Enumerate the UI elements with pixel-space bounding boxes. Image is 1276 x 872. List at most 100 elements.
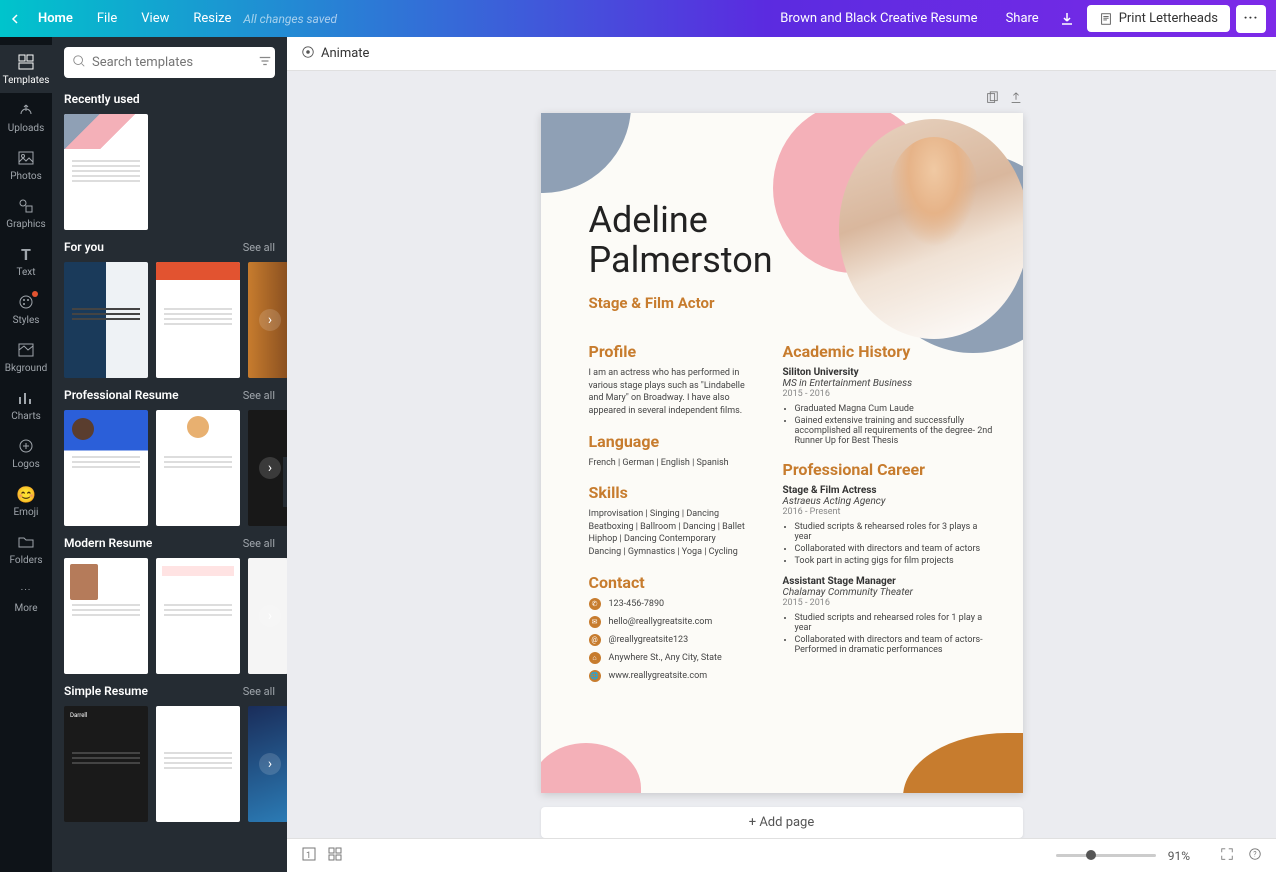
- job2-dates[interactable]: 2015 - 2016: [783, 598, 993, 608]
- back-icon[interactable]: [10, 14, 26, 24]
- svg-text:?: ?: [1253, 850, 1257, 858]
- template-thumb[interactable]: [156, 706, 240, 822]
- zoom-slider[interactable]: [1056, 854, 1156, 857]
- contact-email[interactable]: ✉hello@reallygreatsite.com: [589, 616, 759, 628]
- print-button[interactable]: Print Letterheads: [1087, 5, 1230, 32]
- rail-emoji[interactable]: 😊Emoji: [0, 477, 52, 525]
- menu-resize[interactable]: Resize: [181, 11, 243, 26]
- job2-title[interactable]: Assistant Stage Manager: [783, 576, 993, 587]
- profile-text[interactable]: I am an actress who has performed in var…: [589, 367, 759, 417]
- notes-icon[interactable]: 1: [301, 846, 317, 866]
- see-all-link[interactable]: See all: [243, 389, 275, 402]
- search-box[interactable]: [64, 47, 275, 78]
- section-skills[interactable]: Skills: [589, 483, 759, 502]
- section-career[interactable]: Professional Career: [783, 460, 993, 479]
- next-arrow-icon[interactable]: ›: [259, 457, 281, 479]
- bottom-bar: 1 91% ?: [287, 838, 1276, 872]
- grid-view-icon[interactable]: [327, 846, 343, 866]
- template-thumb[interactable]: [64, 410, 148, 526]
- emoji-icon: 😊: [16, 484, 36, 504]
- section-title: Simple Resume: [64, 684, 148, 698]
- section-academic[interactable]: Academic History: [783, 342, 993, 361]
- see-all-link[interactable]: See all: [243, 241, 275, 254]
- template-thumb[interactable]: [156, 558, 240, 674]
- editor-area: Animate AdelinePalmerston Stage & Film A…: [287, 37, 1276, 872]
- more-icon: ···: [16, 580, 36, 600]
- template-thumb[interactable]: Darrell: [64, 706, 148, 822]
- new-badge-icon: [32, 291, 38, 297]
- menu-file[interactable]: File: [85, 11, 129, 26]
- rail-background[interactable]: Bkground: [0, 333, 52, 381]
- degree[interactable]: MS in Entertainment Business: [783, 378, 993, 389]
- rail-text[interactable]: TText: [0, 237, 52, 285]
- uni-dates[interactable]: 2015 - 2016: [783, 389, 993, 399]
- next-arrow-icon[interactable]: ›: [259, 753, 281, 775]
- animate-button[interactable]: Animate: [321, 46, 369, 61]
- contact-address[interactable]: ⌂Anywhere St., Any City, State: [589, 652, 759, 664]
- svg-text:1: 1: [306, 851, 311, 861]
- more-button[interactable]: ···: [1236, 5, 1266, 33]
- help-icon[interactable]: ?: [1248, 847, 1262, 865]
- section-for-you: For you See all: [64, 240, 275, 254]
- rail-templates[interactable]: Templates: [0, 45, 52, 93]
- rail-photos[interactable]: Photos: [0, 141, 52, 189]
- section-title: Professional Resume: [64, 388, 179, 402]
- fullscreen-icon[interactable]: [1220, 847, 1234, 865]
- contact-phone[interactable]: ✆123-456-7890: [589, 598, 759, 610]
- resume-role[interactable]: Stage & Film Actor: [589, 294, 993, 312]
- rail-logos[interactable]: Logos: [0, 429, 52, 477]
- job1-dates[interactable]: 2016 - Present: [783, 507, 993, 517]
- template-thumb[interactable]: [64, 114, 148, 230]
- job2-bullets[interactable]: Studied scripts and rehearsed roles for …: [783, 613, 993, 655]
- template-thumb[interactable]: [156, 262, 240, 378]
- template-thumb[interactable]: [64, 558, 148, 674]
- photos-icon: [16, 148, 36, 168]
- see-all-link[interactable]: See all: [243, 537, 275, 550]
- filter-icon[interactable]: [258, 53, 272, 72]
- rail-uploads[interactable]: Uploads: [0, 93, 52, 141]
- menu-home[interactable]: Home: [26, 11, 85, 26]
- shape-decoration: [541, 113, 631, 193]
- duplicate-page-icon[interactable]: [985, 91, 999, 109]
- rail-styles[interactable]: Styles: [0, 285, 52, 333]
- section-profile[interactable]: Profile: [589, 342, 759, 361]
- search-input[interactable]: [92, 55, 258, 70]
- uni-bullets[interactable]: Graduated Magna Cum Laude Gained extensi…: [783, 404, 993, 446]
- at-icon: @: [589, 634, 601, 646]
- download-icon[interactable]: [1053, 11, 1081, 27]
- rail-folders[interactable]: Folders: [0, 525, 52, 573]
- canvas-page[interactable]: AdelinePalmerston Stage & Film Actor Pro…: [541, 113, 1023, 793]
- rail-graphics[interactable]: Graphics: [0, 189, 52, 237]
- job2-company[interactable]: Chalamay Community Theater: [783, 587, 993, 598]
- contact-website[interactable]: 🌐www.reallygreatsite.com: [589, 670, 759, 682]
- section-language[interactable]: Language: [589, 432, 759, 451]
- phone-icon: ✆: [589, 598, 601, 610]
- next-arrow-icon[interactable]: ›: [259, 605, 281, 627]
- share-button[interactable]: Share: [992, 11, 1053, 26]
- section-contact[interactable]: Contact: [589, 573, 759, 592]
- export-page-icon[interactable]: [1009, 91, 1023, 109]
- job1-bullets[interactable]: Studied scripts & rehearsed roles for 3 …: [783, 522, 993, 566]
- resume-name[interactable]: AdelinePalmerston: [589, 201, 993, 280]
- uploads-icon: [16, 100, 36, 120]
- skills-text[interactable]: Improvisation | Singing | Dancing Beatbo…: [589, 508, 759, 558]
- university[interactable]: Siliton University: [783, 367, 993, 378]
- section-simple: Simple Resume See all: [64, 684, 275, 698]
- see-all-link[interactable]: See all: [243, 685, 275, 698]
- add-page-button[interactable]: + Add page: [541, 807, 1023, 838]
- zoom-value[interactable]: 91%: [1168, 849, 1190, 863]
- job1-company[interactable]: Astraeus Acting Agency: [783, 496, 993, 507]
- rail-more[interactable]: ···More: [0, 573, 52, 621]
- template-thumb[interactable]: [156, 410, 240, 526]
- canvas-scroll[interactable]: AdelinePalmerston Stage & Film Actor Pro…: [287, 71, 1276, 838]
- template-thumb[interactable]: [64, 262, 148, 378]
- rail-charts[interactable]: Charts: [0, 381, 52, 429]
- location-icon: ⌂: [589, 652, 601, 664]
- document-name[interactable]: Brown and Black Creative Resume: [766, 11, 991, 26]
- menu-view[interactable]: View: [129, 11, 181, 26]
- background-icon: [16, 340, 36, 360]
- language-text[interactable]: French | German | English | Spanish: [589, 457, 759, 470]
- job1-title[interactable]: Stage & Film Actress: [783, 485, 993, 496]
- contact-handle[interactable]: @@reallygreatsite123: [589, 634, 759, 646]
- next-arrow-icon[interactable]: ›: [259, 309, 281, 331]
